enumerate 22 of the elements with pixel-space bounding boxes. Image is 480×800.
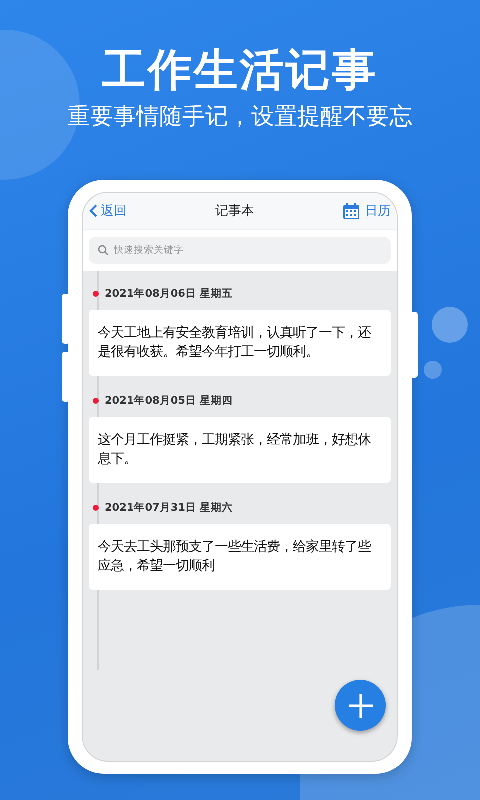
back-button[interactable]: 返回	[89, 202, 127, 220]
timeline-dot	[93, 505, 99, 511]
note-card[interactable]: 这个月工作挺紧，工期紧张，经常加班，好想休息下。	[89, 417, 391, 483]
add-button[interactable]	[335, 680, 386, 731]
decor-circle	[424, 361, 442, 379]
timeline-dot	[93, 398, 99, 404]
headline: 工作生活记事	[102, 44, 378, 98]
calendar-icon	[343, 202, 360, 220]
note-date: 2021年08月06日 星期五	[105, 287, 234, 301]
calendar-button[interactable]: 日历	[343, 202, 391, 220]
note-card[interactable]: 今天工地上有安全教育培训，认真听了一下，还是很有收获。希望今年打工一切顺利。	[89, 310, 391, 376]
screen-title: 记事本	[216, 203, 254, 220]
search-icon	[98, 245, 109, 256]
timeline-dot	[93, 291, 99, 297]
note-date: 2021年07月31日 星期六	[105, 501, 234, 515]
back-chevron-icon	[89, 204, 98, 218]
subtitle: 重要事情随手记，设置提醒不要忘	[68, 103, 412, 132]
search-field[interactable]: 快速搜索关键字	[89, 237, 391, 264]
note-card[interactable]: 今天去工头那预支了一些生活费，给家里转了些应急，希望一切顺利	[89, 524, 391, 590]
plus-icon	[348, 692, 374, 718]
note-date: 2021年08月05日 星期四	[105, 394, 234, 408]
decor-circle	[432, 307, 468, 343]
